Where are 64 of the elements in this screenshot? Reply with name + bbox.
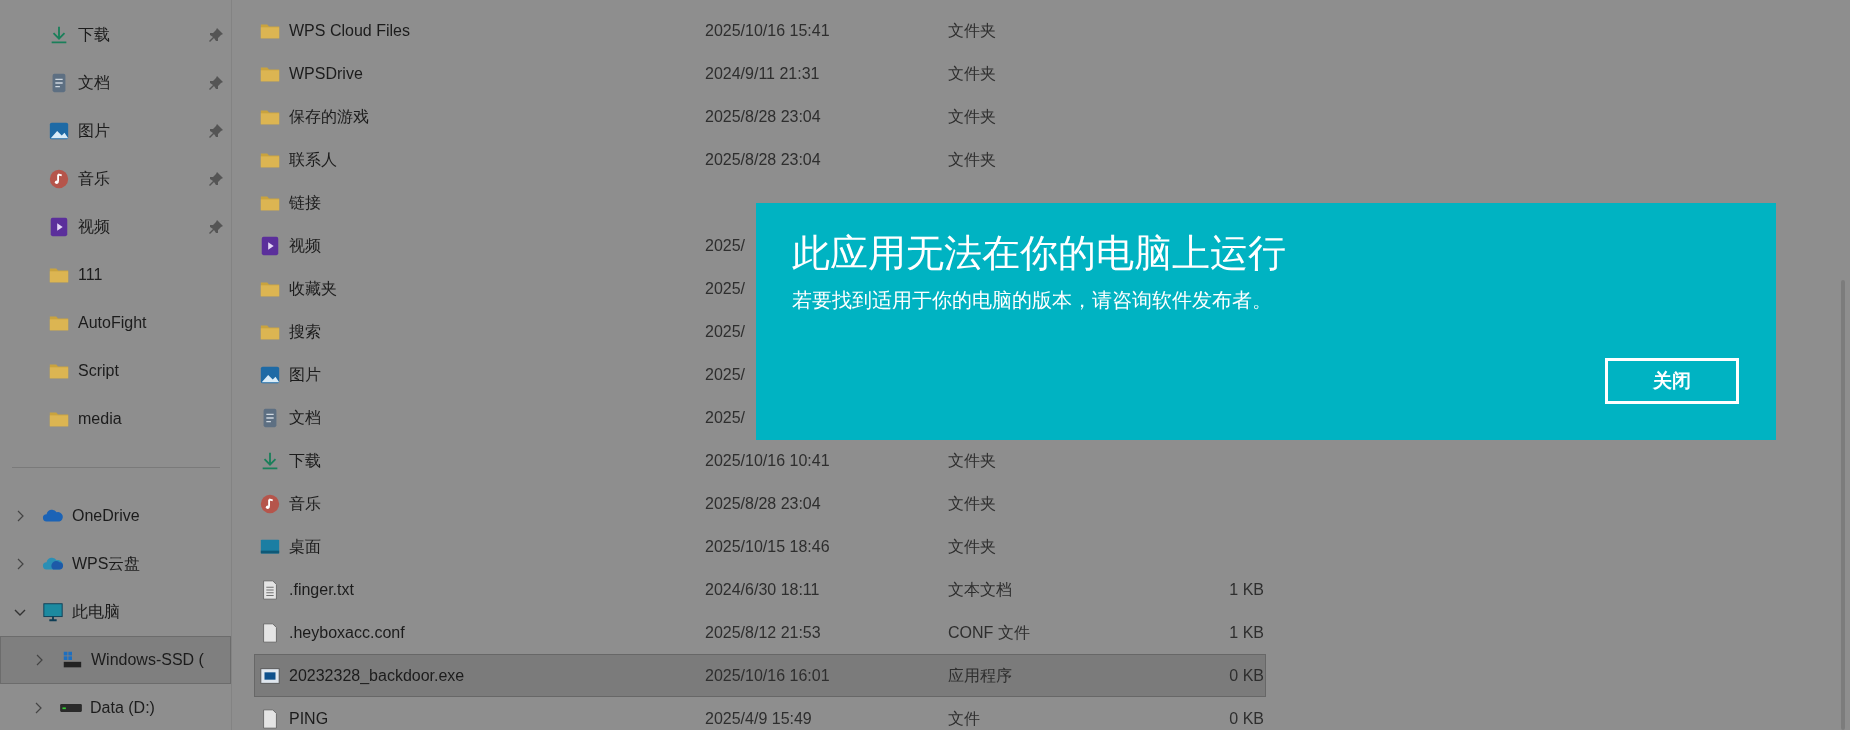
modified-date: 2024/9/11 21:31 — [705, 64, 820, 82]
modified-date: 2025/8/12 21:53 — [705, 623, 821, 641]
modified-date: 2025/4/9 15:49 — [705, 709, 812, 727]
modified-date: 2025/ — [705, 279, 746, 297]
file-name: WPS Cloud Files — [289, 21, 410, 39]
file-type: 应用程序 — [948, 666, 1012, 684]
sidebar-label: 视频 — [78, 217, 110, 237]
file-size: 1 KB — [1229, 580, 1264, 598]
file-name: 保存的游戏 — [289, 107, 369, 125]
file-type: 文件夹 — [948, 494, 996, 512]
file-name: .finger.txt — [289, 580, 354, 598]
file-size: 0 KB — [1229, 709, 1264, 727]
file-type: 文件夹 — [948, 150, 996, 168]
modified-date: 2025/ — [705, 322, 746, 340]
modified-date: 2025/8/28 23:04 — [705, 150, 821, 168]
file-name: 视频 — [289, 236, 321, 254]
dialog-title: 此应用无法在你的电脑上运行 — [792, 233, 1287, 275]
modified-date: 2025/ — [705, 236, 746, 254]
file-name: 文档 — [289, 408, 321, 426]
file-type: 文件夹 — [948, 107, 996, 125]
modified-date: 2025/10/15 18:46 — [705, 537, 830, 555]
file-type: 文件 — [948, 709, 980, 727]
file-type: 文件夹 — [948, 537, 996, 555]
file-type: CONF 文件 — [948, 623, 1030, 641]
tree-label: Windows-SSD ( — [91, 650, 204, 670]
file-size: 0 KB — [1229, 666, 1264, 684]
modified-date: 2025/10/16 10:41 — [705, 451, 830, 469]
sidebar-label: media — [78, 409, 122, 429]
sidebar-label: Script — [78, 361, 119, 381]
file-name: .heyboxacc.conf — [289, 623, 405, 641]
file-name: 收藏夹 — [289, 279, 337, 297]
file-name: 20232328_backdoor.exe — [289, 666, 465, 684]
modified-date: 2025/10/16 15:41 — [705, 21, 830, 39]
sidebar-label: 音乐 — [78, 169, 110, 189]
tree-label: WPS云盘 — [72, 554, 141, 574]
file-name: 链接 — [289, 193, 321, 211]
file-name: 桌面 — [289, 537, 321, 555]
file-name: PING — [289, 709, 329, 727]
file-type: 文件夹 — [948, 451, 996, 469]
file-type: 文件夹 — [948, 64, 996, 82]
file-type: 文件夹 — [948, 21, 996, 39]
sidebar-label: 111 — [78, 265, 103, 285]
file-name: 搜索 — [289, 322, 321, 340]
file-type: 文本文档 — [948, 580, 1012, 598]
sidebar-label: 下载 — [78, 25, 110, 45]
dialog-message: 若要找到适用于你的电脑的版本，请咨询软件发布者。 — [792, 287, 1273, 313]
file-name: WPSDrive — [289, 64, 363, 82]
file-size: 1 KB — [1229, 623, 1264, 641]
modified-date: 2025/8/28 23:04 — [705, 107, 821, 125]
modified-date: 2025/10/16 16:01 — [705, 666, 830, 684]
tree-label: Data (D:) — [90, 698, 155, 718]
file-name: 图片 — [289, 365, 321, 383]
tree-label: OneDrive — [72, 506, 140, 526]
modified-date: 2025/8/28 23:04 — [705, 494, 821, 512]
sidebar-label: 图片 — [78, 121, 110, 141]
modified-date: 2025/ — [705, 408, 746, 426]
modified-date: 2024/6/30 18:11 — [705, 580, 820, 598]
file-name: 联系人 — [289, 150, 337, 168]
tree-label: 此电脑 — [72, 602, 120, 622]
modified-date: 2025/ — [705, 365, 746, 383]
sidebar-label: 文档 — [78, 73, 110, 93]
file-name: 音乐 — [289, 494, 321, 512]
sidebar-label: AutoFight — [78, 313, 147, 333]
file-name: 下载 — [289, 451, 321, 469]
